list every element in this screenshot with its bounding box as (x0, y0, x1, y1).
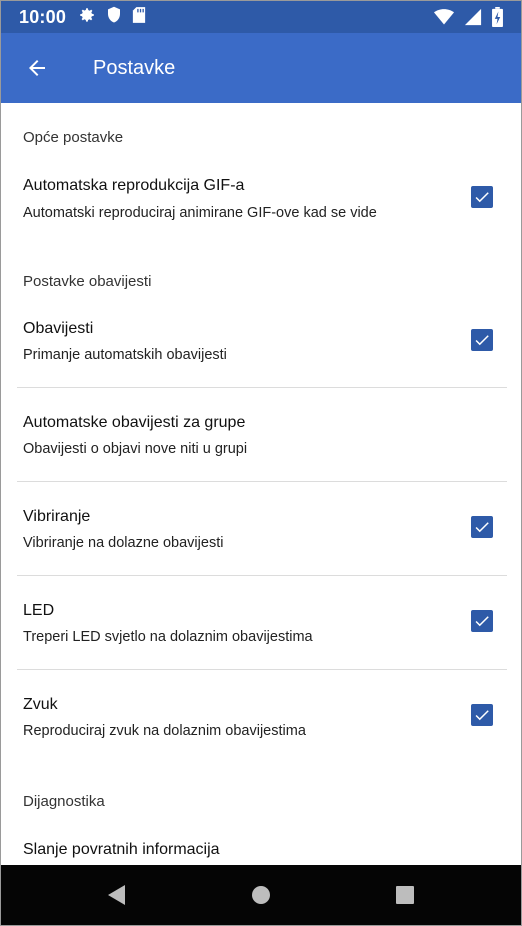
setting-title: Zvuk (23, 696, 58, 713)
check-icon (475, 710, 489, 721)
vibrate-checkbox[interactable] (471, 516, 493, 538)
setting-sound[interactable]: Zvuk Reproduciraj zvuk na dolaznim obavi… (17, 670, 507, 763)
setting-subtitle: Reproduciraj zvuk na dolaznim obavijesti… (23, 723, 306, 739)
check-icon (475, 192, 489, 203)
setting-title: Vibriranje (23, 508, 91, 525)
setting-led[interactable]: LED Treperi LED svjetlo na dolaznim obav… (17, 576, 507, 670)
section-title-notifications: Postavke obavijesti (23, 273, 152, 290)
setting-subtitle: Automatski reproduciraj animirane GIF-ov… (23, 205, 377, 221)
setting-subtitle: Vibriranje na dolazne obavijesti (23, 535, 224, 551)
check-icon (475, 616, 489, 627)
signal-icon (464, 8, 482, 31)
setting-group-notifications[interactable]: Automatske obavijesti za grupe Obavijest… (17, 388, 507, 482)
settings-list[interactable]: Opće postavke Automatska reprodukcija GI… (1, 103, 521, 865)
app-bar: Postavke (1, 33, 521, 103)
setting-title: LED (23, 602, 55, 619)
section-title-general: Opće postavke (23, 129, 124, 146)
triangle-back-icon (108, 885, 125, 905)
setting-vibrate[interactable]: Vibriranje Vibriranje na dolazne obavije… (17, 482, 507, 576)
setting-send-feedback[interactable]: Slanje povratnih informacija (17, 825, 507, 865)
check-icon (475, 522, 489, 533)
nav-recents-button[interactable] (393, 883, 417, 907)
status-time: 10:00 (19, 6, 67, 27)
notifications-checkbox[interactable] (471, 329, 493, 351)
setting-autoplay-gif[interactable]: Automatska reprodukcija GIF-a Automatski… (17, 165, 507, 237)
battery-icon (492, 7, 503, 32)
sdcard-icon (132, 6, 146, 29)
gear-icon (78, 6, 96, 29)
setting-notifications[interactable]: Obavijesti Primanje automatskih obavijes… (17, 305, 507, 388)
status-bar: 10:00 (1, 1, 521, 33)
nav-home-button[interactable] (249, 883, 273, 907)
system-nav-bar (1, 865, 521, 925)
setting-title: Automatske obavijesti za grupe (23, 414, 246, 431)
square-recents-icon (396, 886, 414, 904)
arrow-left-icon (29, 60, 45, 76)
wifi-icon (434, 8, 454, 31)
phone-frame: 10:00 Postavke Opće postavke Automatska … (0, 0, 522, 926)
setting-title: Automatska reprodukcija GIF-a (23, 177, 245, 194)
setting-subtitle: Treperi LED svjetlo na dolaznim obavijes… (23, 629, 313, 645)
circle-home-icon (252, 886, 270, 904)
sound-checkbox[interactable] (471, 704, 493, 726)
shield-icon (106, 6, 122, 29)
setting-title: Slanje povratnih informacija (23, 841, 220, 858)
section-title-diagnostics: Dijagnostika (23, 793, 105, 810)
setting-subtitle: Obavijesti o objavi nove niti u grupi (23, 441, 248, 457)
status-icons-left (78, 6, 146, 29)
setting-title: Obavijesti (23, 320, 94, 337)
status-icons-right (434, 7, 503, 32)
page-title: Postavke (93, 56, 176, 79)
back-button[interactable] (17, 48, 57, 88)
setting-subtitle: Primanje automatskih obavijesti (23, 347, 227, 363)
autoplay-gif-checkbox[interactable] (471, 186, 493, 208)
led-checkbox[interactable] (471, 610, 493, 632)
nav-back-button[interactable] (105, 883, 129, 907)
check-icon (475, 335, 489, 346)
